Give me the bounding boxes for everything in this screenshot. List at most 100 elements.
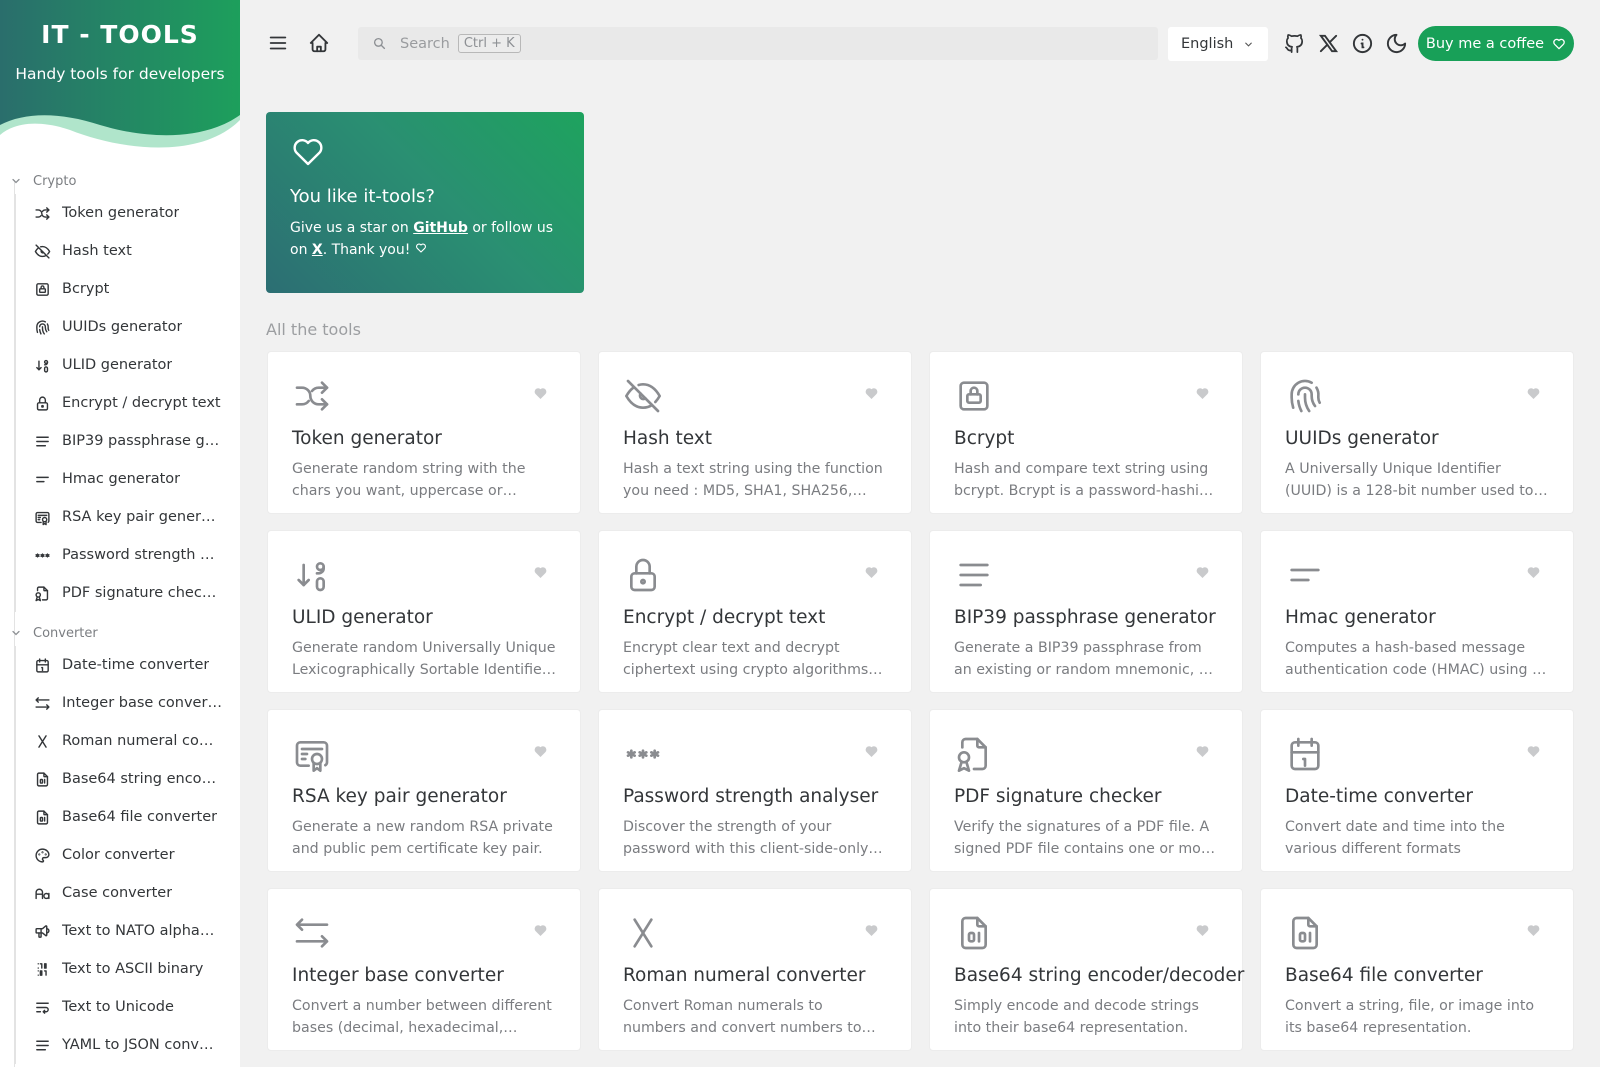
tool-card-hash-text[interactable]: Hash text Hash a text string using the fu… (598, 351, 912, 514)
x-link[interactable]: X (312, 242, 323, 258)
tool-card-description: Generate random Universally Unique Lexic… (292, 640, 556, 678)
x-twitter-button[interactable] (1317, 32, 1340, 55)
tool-card-date-time-converter[interactable]: Date-time converter Convert date and time… (1260, 709, 1574, 872)
tool-card-description: Generate a new random RSA private and pu… (292, 819, 553, 857)
menu-group-crypto[interactable]: Crypto (0, 168, 240, 194)
tool-card-base64-file-converter[interactable]: Base64 file converter Convert a string, f… (1260, 888, 1574, 1051)
tool-card-description: Generate random string with the chars yo… (292, 461, 526, 499)
promo-text-part: Give us a star on (290, 220, 414, 236)
sidebar-item-yaml-to-json-converter[interactable]: YAML to JSON converter (16, 1026, 240, 1064)
favorite-heart-icon[interactable] (1526, 923, 1541, 938)
sidebar-item-text-to-ascii-binary[interactable]: Text to ASCII binary (16, 950, 240, 988)
lock-square-icon (36, 282, 49, 296)
tool-card-title: ULID generator (292, 607, 433, 628)
align-justified-icon (36, 436, 49, 446)
lock-icon (630, 558, 656, 592)
favorite-heart-icon[interactable] (533, 386, 548, 401)
tool-card-pdf-signature-checker[interactable]: PDF signature checker Verify the signatur… (929, 709, 1243, 872)
buy-me-a-coffee-button[interactable]: Buy me a coffee (1418, 26, 1574, 61)
tool-card-hmac-generator[interactable]: Hmac generator Computes a hash-based mess… (1260, 530, 1574, 693)
sidebar-item-text-to-nato-alphabet[interactable]: Text to NATO alphabet (16, 912, 240, 950)
sidebar-item-uuids-generator[interactable]: UUIDs generator (16, 308, 240, 346)
home-button[interactable] (308, 32, 330, 54)
certificate-icon (295, 741, 329, 772)
sidebar-item-label: Text to NATO alphabet (62, 923, 222, 939)
tool-card-base64-string-encoder-decoder[interactable]: Base64 string encoder/decoder Simply enco… (929, 888, 1244, 1051)
tool-card-rsa-key-pair-generator[interactable]: RSA key pair generator Generate a new ran… (267, 709, 581, 872)
sidebar-item-roman-numeral-converter[interactable]: Roman numeral converter (16, 722, 240, 760)
sidebar-item-label: Base64 string encoder/decoder (62, 771, 222, 787)
tool-card-description: Hash and compare text string using bcryp… (954, 461, 1217, 499)
tool-card-bip39-passphrase-generator[interactable]: BIP39 passphrase generator Generate a BIP… (929, 530, 1243, 693)
file-digit-icon (36, 771, 49, 787)
sidebar-item-integer-base-converter[interactable]: Integer base converter (16, 684, 240, 722)
sidebar-item-encrypt-decrypt-text[interactable]: Encrypt / decrypt text (16, 384, 240, 422)
promo-text-part: . Thank you! (322, 242, 415, 258)
tool-card-ulid-generator[interactable]: ULID generator Generate random Universall… (267, 530, 581, 693)
sidebar-item-bcrypt[interactable]: Bcrypt (16, 270, 240, 308)
sidebar-item-password-strength-analyser[interactable]: Password strength analyser (16, 536, 240, 574)
menu-toggle-button[interactable] (267, 32, 289, 54)
arrows-left-right-icon (295, 918, 329, 948)
sidebar-item-hmac-generator[interactable]: Hmac generator (16, 460, 240, 498)
tool-card-roman-numeral-converter[interactable]: Roman numeral converter Convert Roman num… (598, 888, 912, 1051)
favorite-heart-icon[interactable] (1195, 923, 1210, 938)
sidebar-item-color-converter[interactable]: Color converter (16, 836, 240, 874)
language-select[interactable]: English (1168, 27, 1268, 61)
github-button[interactable] (1283, 32, 1306, 55)
favorite-heart-icon[interactable] (864, 923, 879, 938)
tool-card-encrypt-decrypt-text[interactable]: Encrypt / decrypt text Encrypt clear text… (598, 530, 912, 693)
theme-toggle-button[interactable] (1385, 32, 1408, 55)
fingerprint-icon (1290, 379, 1321, 413)
favorite-heart-icon[interactable] (1526, 744, 1541, 759)
file-digit-icon (1292, 916, 1318, 950)
search-input[interactable]: Search Ctrl + K (358, 27, 1158, 60)
tool-card-title: Integer base converter (292, 965, 504, 986)
shuffle-icon (35, 206, 50, 220)
sidebar-item-label: Case converter (62, 885, 173, 901)
sort-numeric-icon (297, 562, 325, 592)
tool-card-password-strength-analyser[interactable]: Password strength analyser Discover the s… (598, 709, 912, 872)
sidebar-item-label: ULID generator (62, 357, 173, 373)
favorite-heart-icon[interactable] (533, 744, 548, 759)
tool-card-title: UUIDs generator (1285, 428, 1439, 449)
sidebar-item-label: Hmac generator (62, 471, 181, 487)
sidebar-item-rsa-key-pair-generator[interactable]: RSA key pair generator (16, 498, 240, 536)
sidebar-item-base64-file-converter[interactable]: Base64 file converter (16, 798, 240, 836)
favorite-heart-icon[interactable] (533, 565, 548, 580)
tool-card-uuids-generator[interactable]: UUIDs generator A Universally Unique Iden… (1260, 351, 1574, 514)
favorite-heart-icon[interactable] (533, 923, 548, 938)
tool-card-token-generator[interactable]: Token generator Generate random string wi… (267, 351, 581, 514)
favorite-heart-icon[interactable] (1526, 386, 1541, 401)
menu-group-converter[interactable]: Converter (0, 620, 240, 646)
favorite-heart-icon[interactable] (1195, 744, 1210, 759)
tool-card-title: Base64 file converter (1285, 965, 1483, 986)
sidebar-item-ulid-generator[interactable]: ULID generator (16, 346, 240, 384)
sidebar-item-bip39-passphrase-generator[interactable]: BIP39 passphrase generator (16, 422, 240, 460)
tool-card-integer-base-converter[interactable]: Integer base converter Convert a number b… (267, 888, 581, 1051)
sidebar-item-hash-text[interactable]: Hash text (16, 232, 240, 270)
brand-hero[interactable]: IT - TOOLS Handy tools for developers (0, 0, 240, 160)
short-text-icon (1290, 568, 1320, 582)
favorite-heart-icon[interactable] (864, 744, 879, 759)
favorite-heart-icon[interactable] (1195, 386, 1210, 401)
sidebar-item-case-converter[interactable]: Case converter (16, 874, 240, 912)
favorite-heart-icon[interactable] (864, 565, 879, 580)
tool-card-description: Hash a text string using the function yo… (623, 461, 883, 499)
letter-x-icon (633, 918, 653, 948)
tool-card-bcrypt[interactable]: Bcrypt Hash and compare text string using… (929, 351, 1243, 514)
sidebar-item-label: Integer base converter (62, 695, 222, 711)
favorite-heart-icon[interactable] (1195, 565, 1210, 580)
sidebar-item-date-time-converter[interactable]: Date-time converter (16, 646, 240, 684)
about-button[interactable] (1351, 32, 1374, 55)
hamburger-icon (269, 36, 287, 50)
sidebar-item-pdf-signature-checker[interactable]: PDF signature checker (16, 574, 240, 612)
sidebar-item-token-generator[interactable]: Token generator (16, 194, 240, 232)
sidebar-item-base64-string-encoder-decoder[interactable]: Base64 string encoder/decoder (16, 760, 240, 798)
favorite-heart-icon[interactable] (1526, 565, 1541, 580)
sidebar-item-text-to-unicode[interactable]: Text to Unicode (16, 988, 240, 1026)
sidebar-item-label: RSA key pair generator (62, 509, 222, 525)
github-link[interactable]: GitHub (413, 220, 468, 236)
sidebar-item-label: Date-time converter (62, 657, 210, 673)
favorite-heart-icon[interactable] (864, 386, 879, 401)
